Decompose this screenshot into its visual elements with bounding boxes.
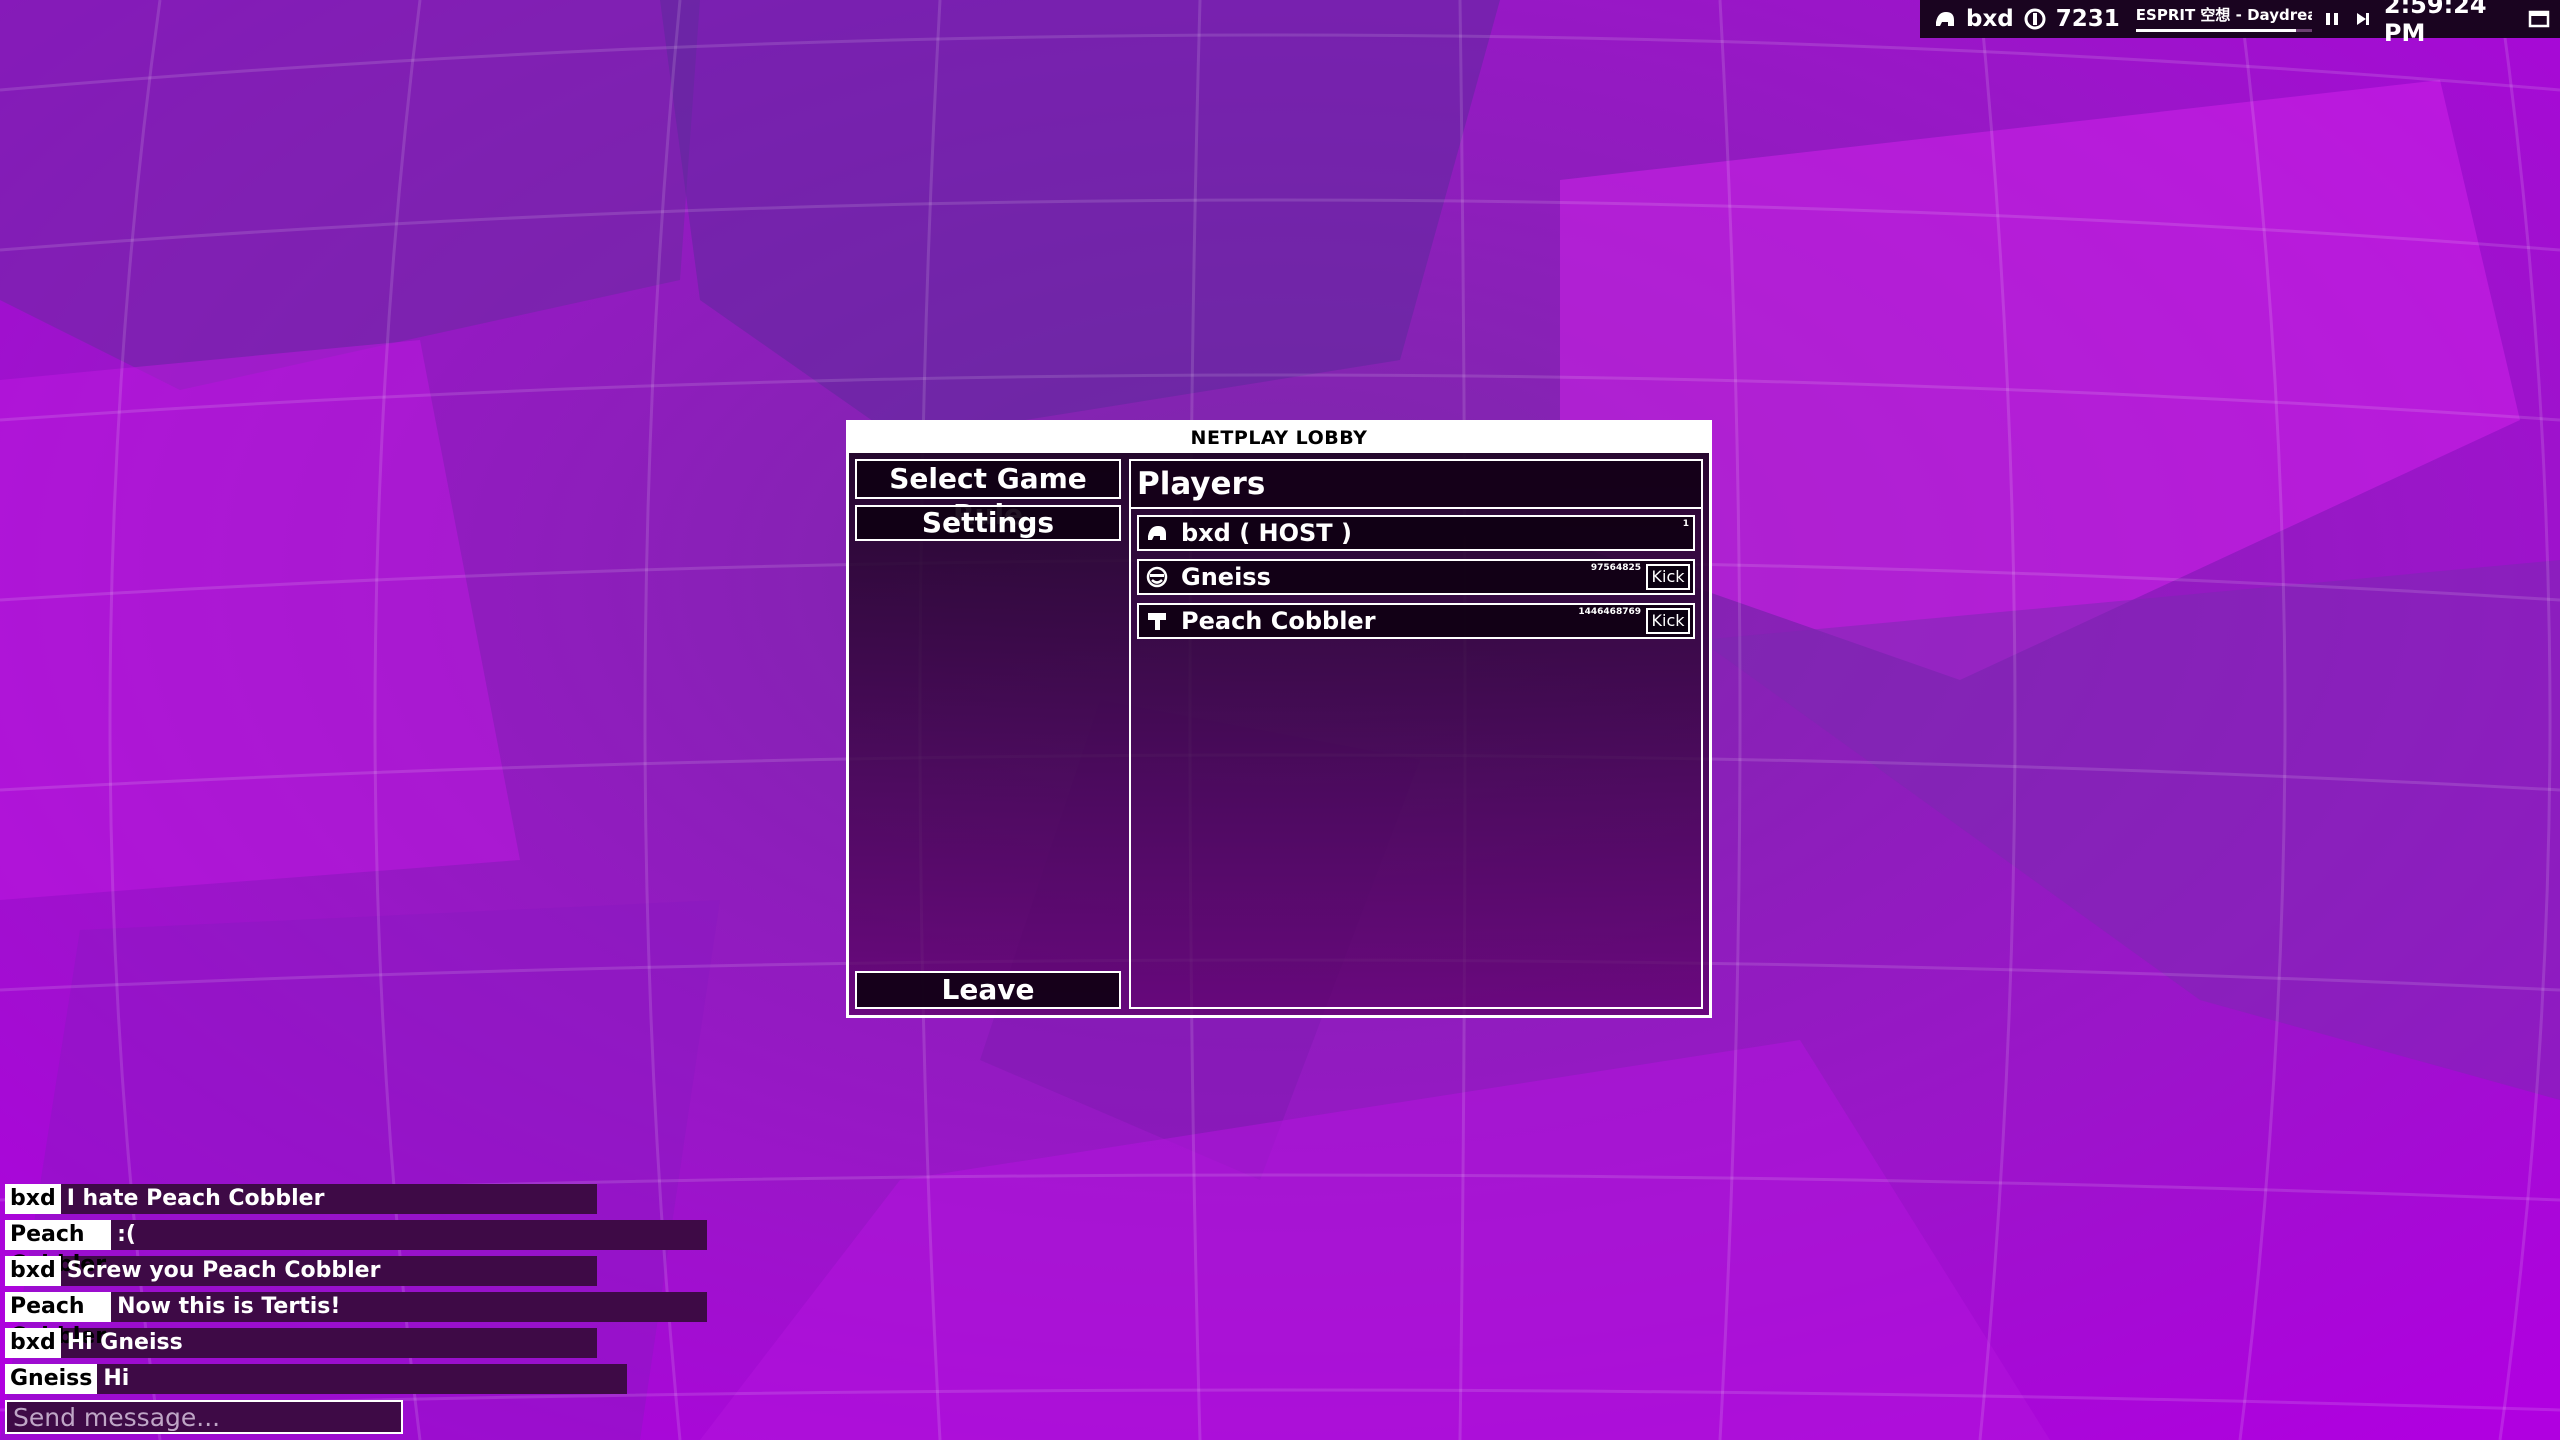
player-row-host: bxd ( HOST ) 1 xyxy=(1137,515,1695,551)
kick-button[interactable]: Kick xyxy=(1646,608,1690,634)
settings-button[interactable]: Settings xyxy=(855,505,1121,541)
window-icon[interactable] xyxy=(2528,7,2550,31)
coin-icon xyxy=(2024,7,2046,31)
chat-message: Peach Cobbler :( xyxy=(5,1220,707,1277)
player-id: 97564825 xyxy=(1590,563,1641,573)
song-progress-bar xyxy=(2135,29,2296,32)
now-playing: ESPRIT 空想 - Daydream xyxy=(2135,4,2312,34)
chat-message: bxd I hate Peach Cobbler xyxy=(5,1184,597,1214)
chat-text: Screw you Peach Cobbler xyxy=(66,1258,381,1283)
player-id: 1 xyxy=(1682,519,1689,529)
players-panel: Players bxd ( HOST ) 1 Gneiss 97564825 K… xyxy=(1129,459,1703,1009)
chat-sender: Peach Cobbler xyxy=(5,1292,112,1349)
player-id: 1446468769 xyxy=(1578,607,1641,617)
select-game-rule-button[interactable]: Select Game Rule xyxy=(855,459,1121,531)
players-title: Players xyxy=(1131,461,1701,509)
user-icon xyxy=(1145,521,1169,545)
chat-text: Hi xyxy=(103,1366,130,1391)
chat-text: Hi Gneiss xyxy=(66,1330,183,1355)
chat-message: bxd Hi Gneiss xyxy=(5,1328,597,1358)
chat-message: Gneiss Hi xyxy=(5,1364,627,1394)
player-name: Gneiss xyxy=(1181,563,1271,591)
chat-message: Peach Cobbler Now this is Tertis! xyxy=(5,1292,707,1349)
song-title: ESPRIT 空想 - Daydream xyxy=(2135,6,2312,24)
user-icon xyxy=(1934,7,1956,31)
hammer-icon xyxy=(1145,609,1169,633)
chat-text: Now this is Tertis! xyxy=(117,1294,341,1319)
skip-icon[interactable] xyxy=(2353,7,2374,31)
chat-sender: bxd xyxy=(5,1328,61,1358)
chat-text: :( xyxy=(117,1222,136,1247)
chat-sender: Gneiss xyxy=(5,1364,98,1394)
player-name: Peach Cobbler xyxy=(1181,607,1376,635)
player-row: Peach Cobbler 1446468769 Kick xyxy=(1137,603,1695,639)
coin-count: 7231 xyxy=(2055,6,2120,32)
chat-sender: Peach Cobbler xyxy=(5,1220,112,1277)
chat-sender: bxd xyxy=(5,1256,61,1286)
pause-icon[interactable] xyxy=(2322,7,2343,31)
chat-sender: bxd xyxy=(5,1184,61,1214)
lobby-title: NETPLAY LOBBY xyxy=(849,423,1709,453)
kick-button[interactable]: Kick xyxy=(1646,564,1690,590)
netplay-lobby-window: NETPLAY LOBBY Select Game Rule Settings … xyxy=(846,420,1712,1018)
leave-button[interactable]: Leave xyxy=(855,971,1121,1009)
clock: 2:59:24 PM xyxy=(2383,0,2487,47)
lobby-menu: Select Game Rule Settings Leave xyxy=(855,459,1121,1009)
chat-message: bxd Screw you Peach Cobbler xyxy=(5,1256,597,1286)
player-row: Gneiss 97564825 Kick xyxy=(1137,559,1695,595)
player-name: bxd ( HOST ) xyxy=(1181,519,1352,547)
smiley-icon xyxy=(1145,565,1169,589)
chat-text: I hate Peach Cobbler xyxy=(66,1186,325,1211)
chat-input[interactable] xyxy=(5,1400,403,1434)
username: bxd xyxy=(1966,6,2014,32)
top-status-bar: bxd 7231 ESPRIT 空想 - Daydream 2:59:24 PM xyxy=(1920,0,2560,47)
